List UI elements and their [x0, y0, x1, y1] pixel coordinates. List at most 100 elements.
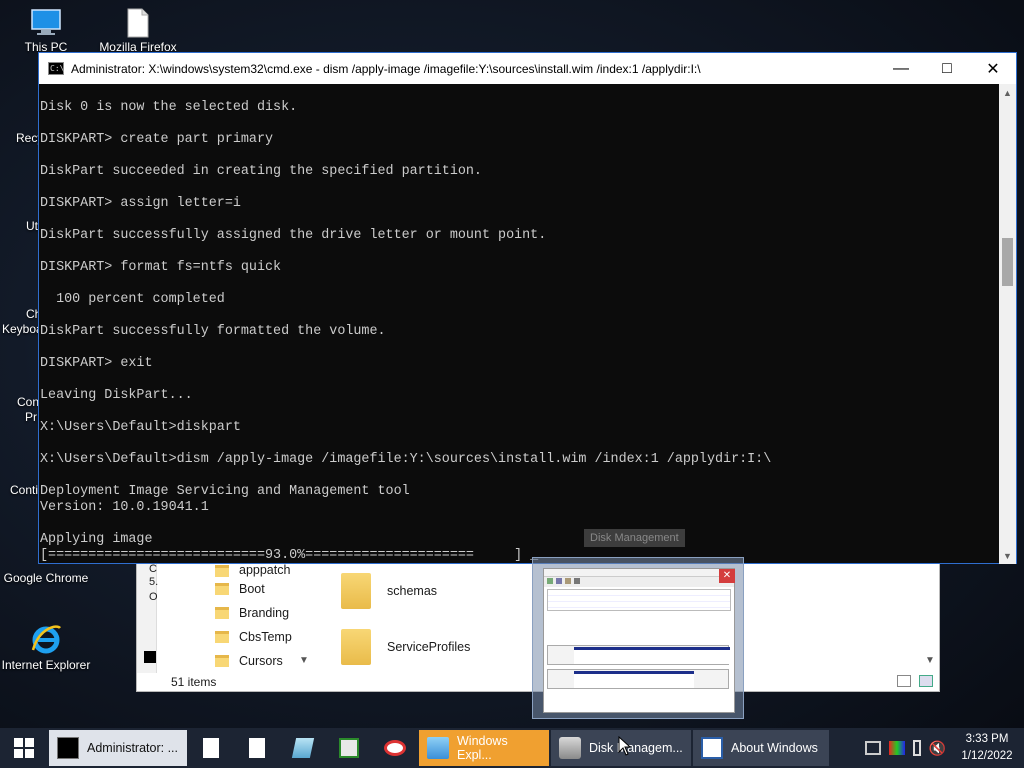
taskbar-button-label: Administrator: ... [87, 741, 178, 755]
command-prompt-window[interactable]: C:\ Administrator: X:\windows\system32\c… [38, 52, 1017, 564]
folder-icon [341, 629, 371, 665]
file-item-schemas[interactable]: schemas [341, 573, 561, 609]
folder-icon [215, 565, 229, 577]
cmd-icon: C:\ [48, 62, 65, 75]
desktop-icon-chrome[interactable]: Google Chrome [0, 571, 92, 585]
console-line: Applying image [40, 532, 153, 547]
status-bar-item-count: 51 items [171, 675, 217, 689]
folder-icon [215, 583, 229, 595]
color-icon[interactable] [888, 741, 905, 755]
console-line: DiskPart succeeded in creating the speci… [40, 164, 482, 179]
windows-logo-icon [14, 738, 34, 758]
console-scrollbar[interactable]: ▲ ▼ [999, 84, 1016, 564]
pinned-notepad[interactable] [280, 730, 326, 766]
explorer-icon [427, 737, 449, 759]
taskbar-button-label: About Windows [731, 741, 818, 755]
maximize-button[interactable]: □ [924, 53, 970, 84]
console-line: DISKPART> exit [40, 356, 153, 371]
nav-item-boot[interactable]: Boot [215, 577, 339, 601]
start-button[interactable] [0, 728, 48, 768]
pinned-file-1[interactable] [188, 730, 234, 766]
explorer-text-fragment: O [149, 591, 158, 603]
explorer-text-fragment: C [149, 563, 157, 575]
large-icons-view-icon[interactable] [919, 675, 933, 687]
console-line: DiskPart successfully formatted the volu… [40, 324, 386, 339]
navigation-pane: apppatch Boot Branding CbsTemp Cursors [215, 563, 339, 673]
preview-close-button[interactable]: ✕ [719, 569, 735, 583]
console-line: Leaving DiskPart... [40, 388, 193, 403]
console-titlebar[interactable]: C:\ Administrator: X:\windows\system32\c… [39, 53, 1016, 84]
nav-item-label: Branding [239, 606, 290, 620]
nav-item-cbstemp[interactable]: CbsTemp [215, 625, 339, 649]
desktop-icon-this-pc[interactable]: This PC [0, 8, 92, 54]
nav-scroll-down-icon[interactable]: ▼ [299, 655, 309, 666]
taskbar-button-windows-explorer[interactable]: Windows Expl... [419, 730, 549, 766]
scrollbar-thumb[interactable] [1002, 238, 1013, 286]
explorer-small-box [144, 651, 156, 663]
close-button[interactable]: ✕ [970, 53, 1016, 84]
file-item-label: ServiceProfiles [387, 640, 471, 654]
taskbar-clock[interactable]: 3:33 PM 1/12/2022 [950, 731, 1024, 765]
cmd-icon [57, 737, 79, 759]
taskbar-button-about-windows[interactable]: About Windows [693, 730, 829, 766]
folder-icon [215, 607, 229, 619]
console-line: Disk 0 is now the selected disk. [40, 100, 298, 115]
console-line: Deployment Image Servicing and Managemen… [40, 484, 410, 499]
folder-icon [215, 631, 229, 643]
console-line: X:\Users\Default>dism /apply-image /imag… [40, 452, 772, 467]
network-icon[interactable] [864, 741, 881, 755]
scroll-down-icon[interactable]: ▼ [999, 547, 1016, 564]
nav-item-label: apppatch [239, 563, 291, 577]
desktop-label-fragment: Keyboa [2, 322, 43, 336]
desktop-icon-internet-explorer[interactable]: Internet Explorer [0, 622, 92, 672]
pinned-task-manager[interactable] [326, 730, 372, 766]
disk-management-preview[interactable]: ✕ [532, 557, 744, 719]
volume-muted-icon[interactable]: 🔇 [929, 740, 946, 757]
desktop-label-fragment: Con [17, 395, 40, 409]
clock-time: 3:33 PM [965, 733, 1009, 745]
folder-icon [341, 573, 371, 609]
minimize-button[interactable]: — [878, 53, 924, 84]
preview-tooltip: Disk Management [584, 529, 685, 547]
file-item-serviceprofiles[interactable]: ServiceProfiles [341, 629, 561, 665]
console-line: DISKPART> assign letter=i [40, 196, 241, 211]
nav-item-cursors[interactable]: Cursors [215, 649, 339, 673]
nav-item-label: Boot [239, 582, 265, 596]
console-line: X:\Users\Default>diskpart [40, 420, 241, 435]
ie-icon [31, 625, 61, 654]
pinned-snipping-tool[interactable] [372, 730, 418, 766]
desktop-label-fragment: Conti [10, 483, 39, 497]
console-line: 100 percent completed [40, 292, 225, 307]
console-line: DISKPART> create part primary [40, 132, 274, 147]
desktop-icon-firefox[interactable]: Mozilla Firefox [92, 8, 184, 54]
file-icon [249, 738, 265, 758]
nav-item-branding[interactable]: Branding [215, 601, 339, 625]
taskbar-button-command-prompt[interactable]: Administrator: ... [49, 730, 187, 766]
file-list-scroll-down-icon[interactable]: ▼ [925, 655, 935, 666]
file-icon [127, 8, 149, 38]
console-output: Disk 0 is now the selected disk. DISKPAR… [40, 100, 1000, 564]
nav-item-label: CbsTemp [239, 630, 292, 644]
usb-icon[interactable] [912, 740, 921, 756]
mouse-cursor-icon [618, 736, 632, 756]
folder-icon [215, 655, 229, 667]
preview-thumbnail [543, 568, 735, 713]
about-windows-icon [701, 737, 723, 759]
console-line: DISKPART> format fs=ntfs quick [40, 260, 282, 275]
details-view-icon[interactable] [897, 675, 911, 687]
system-tray: 🔇 3:33 PM 1/12/2022 [864, 728, 1024, 768]
notepad-icon [291, 738, 315, 758]
nav-item-apppatch[interactable]: apppatch [215, 563, 339, 577]
file-icon [203, 738, 219, 758]
scroll-up-icon[interactable]: ▲ [999, 84, 1016, 101]
pinned-file-2[interactable] [234, 730, 280, 766]
